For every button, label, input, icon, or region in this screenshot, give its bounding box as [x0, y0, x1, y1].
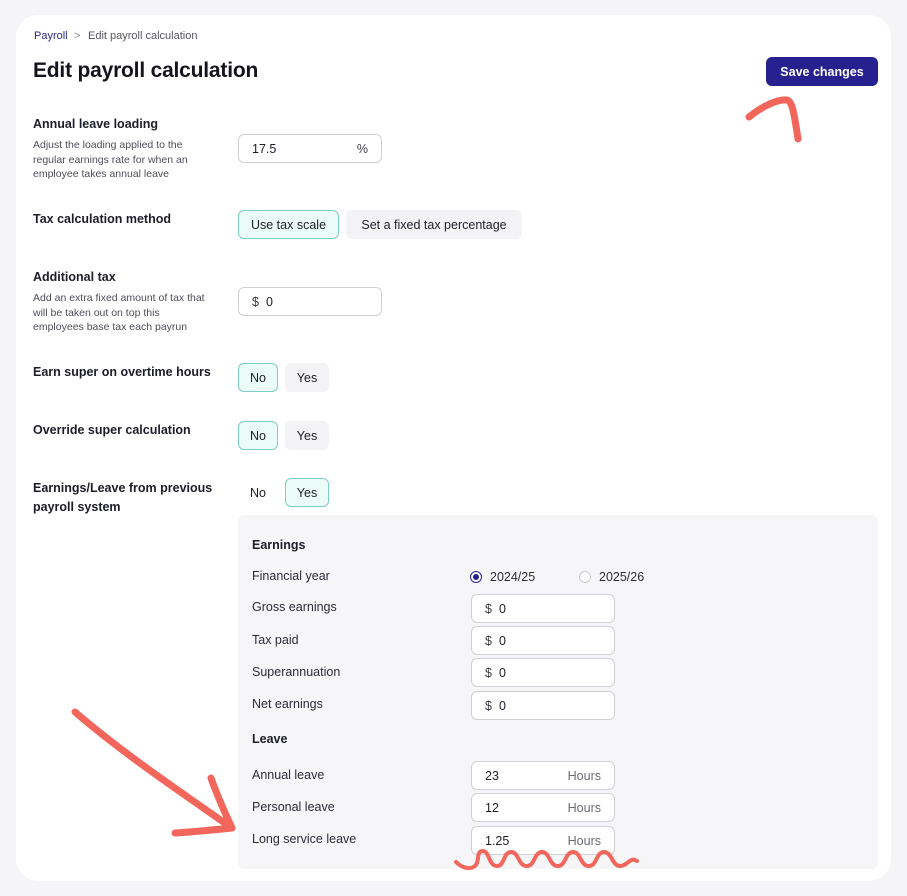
gross-earnings-value: 0	[498, 601, 506, 616]
previous-system-option-no[interactable]: No	[238, 478, 278, 507]
dollar-prefix: $	[252, 294, 259, 309]
annual-leave-input[interactable]: 23 Hours	[471, 761, 615, 790]
chevron-right-icon: >	[74, 30, 81, 42]
annual-leave-loading-value: 17.5	[252, 141, 277, 156]
previous-system-option-yes[interactable]: Yes	[285, 478, 329, 507]
financial-year-label: Financial year	[252, 569, 330, 583]
superannuation-value: 0	[498, 665, 506, 680]
annual-leave-loading-input[interactable]: 17.5 %	[238, 134, 382, 163]
breadcrumb-payroll-link[interactable]: Payroll	[34, 30, 68, 42]
financial-year-option-2025[interactable]: 2025/26	[579, 570, 644, 584]
tax-paid-input[interactable]: $ 0	[471, 626, 615, 655]
dollar-prefix: $	[485, 601, 492, 616]
long-service-leave-value: 1.25	[485, 833, 510, 848]
earnings-heading: Earnings	[252, 538, 306, 552]
superannuation-input[interactable]: $ 0	[471, 658, 615, 687]
superannuation-label: Superannuation	[252, 665, 341, 679]
personal-leave-value: 12	[485, 800, 499, 815]
page-title: Edit payroll calculation	[33, 59, 259, 82]
leave-heading: Leave	[252, 732, 288, 746]
super-overtime-label: Earn super on overtime hours	[33, 365, 211, 379]
radio-empty-icon	[579, 571, 591, 583]
personal-leave-input[interactable]: 12 Hours	[471, 793, 615, 822]
save-changes-button[interactable]: Save changes	[766, 57, 878, 86]
dollar-prefix: $	[485, 665, 492, 680]
tax-paid-label: Tax paid	[252, 633, 299, 647]
super-overtime-option-no[interactable]: No	[238, 363, 278, 392]
radio-checked-icon	[470, 571, 482, 583]
financial-year-2025-label: 2025/26	[599, 570, 645, 584]
net-earnings-label: Net earnings	[252, 697, 323, 711]
annual-leave-loading-description: Adjust the loading applied to the regula…	[33, 139, 188, 180]
gross-earnings-label: Gross earnings	[252, 600, 337, 614]
percent-suffix: %	[356, 141, 368, 156]
additional-tax-input[interactable]: $ 0	[238, 287, 382, 316]
financial-year-2024-label: 2024/25	[490, 570, 536, 584]
personal-leave-label: Personal leave	[252, 800, 335, 814]
tax-method-label: Tax calculation method	[33, 212, 171, 226]
annual-leave-value: 23	[485, 768, 499, 783]
additional-tax-label: Additional tax	[33, 270, 116, 284]
long-service-leave-input[interactable]: 1.25 Hours	[471, 826, 615, 855]
previous-system-label: Earnings/Leave from previous payroll sys…	[33, 481, 213, 514]
override-super-option-yes[interactable]: Yes	[285, 421, 329, 450]
additional-tax-value: 0	[265, 294, 273, 309]
annual-leave-label: Annual leave	[252, 768, 325, 782]
tax-paid-value: 0	[498, 633, 506, 648]
net-earnings-value: 0	[498, 698, 506, 713]
breadcrumb-current: Edit payroll calculation	[88, 30, 198, 42]
additional-tax-description: Add an extra fixed amount of tax that wi…	[33, 292, 205, 333]
hours-suffix: Hours	[567, 833, 601, 848]
financial-year-option-2024[interactable]: 2024/25	[470, 570, 535, 584]
dollar-prefix: $	[485, 698, 492, 713]
tax-method-option-tax-scale[interactable]: Use tax scale	[238, 210, 339, 239]
hours-suffix: Hours	[567, 800, 601, 815]
override-super-option-no[interactable]: No	[238, 421, 278, 450]
override-super-label: Override super calculation	[33, 423, 191, 437]
annual-leave-loading-label: Annual leave loading	[33, 117, 159, 131]
net-earnings-input[interactable]: $ 0	[471, 691, 615, 720]
gross-earnings-input[interactable]: $ 0	[471, 594, 615, 623]
long-service-leave-label: Long service leave	[252, 832, 357, 846]
dollar-prefix: $	[485, 633, 492, 648]
tax-method-option-fixed-percentage[interactable]: Set a fixed tax percentage	[346, 210, 522, 239]
hours-suffix: Hours	[567, 768, 601, 783]
super-overtime-option-yes[interactable]: Yes	[285, 363, 329, 392]
